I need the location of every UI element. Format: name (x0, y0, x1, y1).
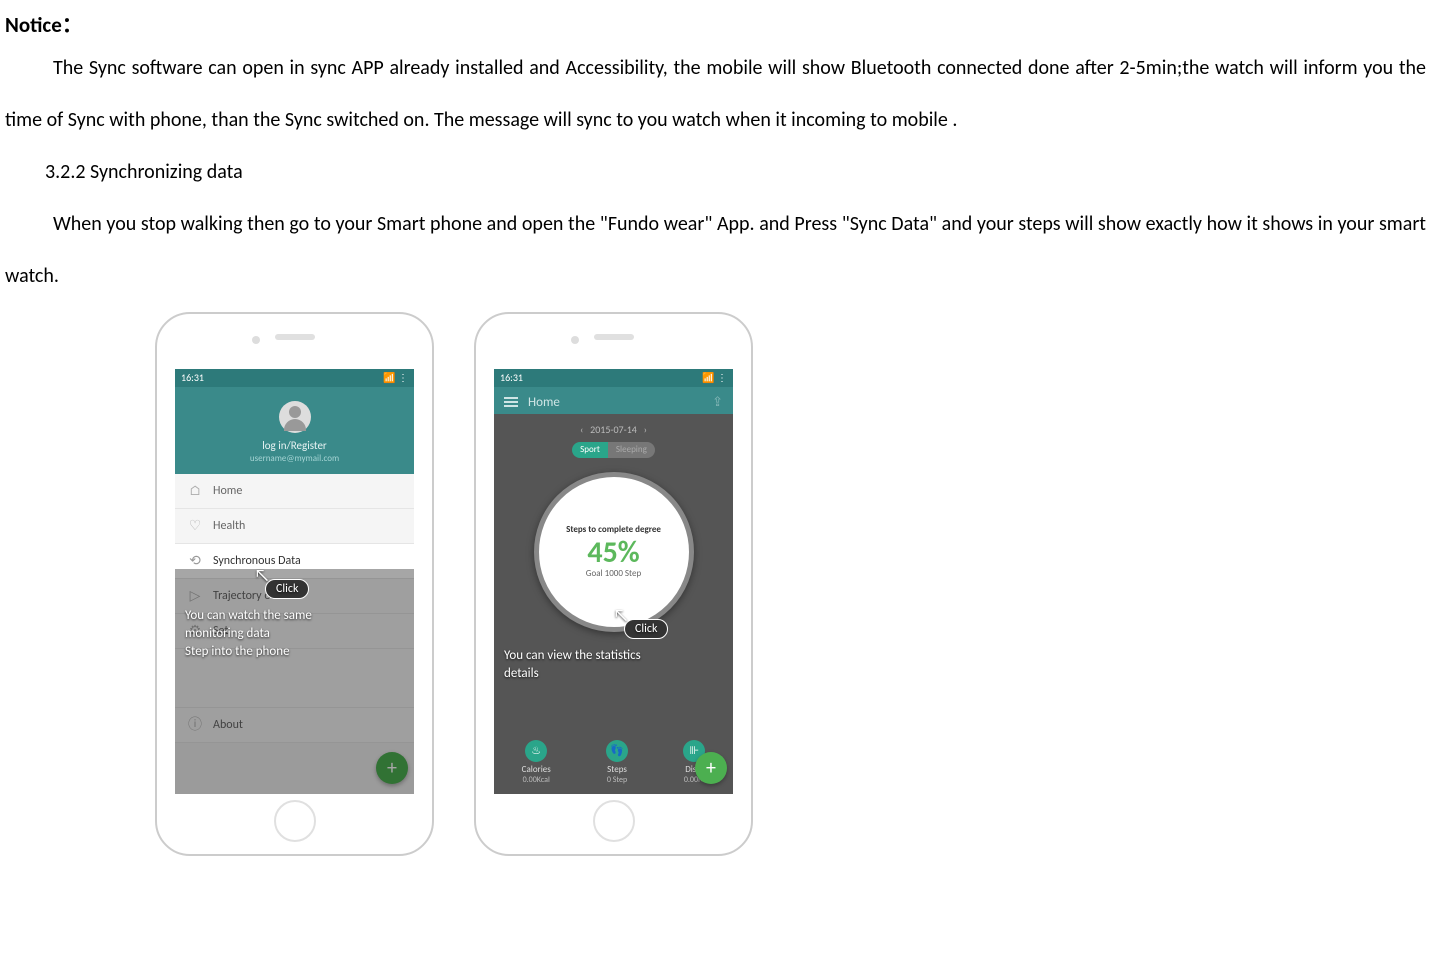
phone-mockup-2: 16:31 📶 ⋮ Home ⇪ ‹ 2015-07-14 › Sport Sl… (474, 312, 753, 856)
overlay-annotation-2: ↖Click You can view the statistics detai… (504, 619, 723, 684)
phone-speaker (275, 334, 315, 340)
goal-label: Goal 1000 Step (586, 569, 641, 580)
stat-steps[interactable]: 👣 Steps 0 Step (606, 740, 628, 785)
notice-title: Notice： (5, 10, 1426, 42)
wifi-icon: 📶 ⋮ (702, 372, 727, 384)
progress-percent: 45% (587, 536, 639, 569)
menu-label: Home (213, 484, 242, 498)
fab-add-button[interactable]: + (695, 752, 727, 784)
stat-calories[interactable]: ♨ Calories 0.00Kcal (522, 740, 551, 785)
status-time: 16:31 (181, 372, 204, 384)
heart-icon: ♡ (187, 518, 203, 534)
overlay-line: details (504, 665, 723, 683)
tab-sleeping[interactable]: Sleeping (608, 442, 655, 459)
share-icon[interactable]: ⇪ (712, 395, 723, 411)
status-bar: 16:31 📶 ⋮ (175, 369, 414, 387)
sync-icon: ⟲ (187, 553, 203, 569)
overlay-line: You can watch the same (185, 607, 404, 625)
header-title: Home (528, 395, 712, 411)
date-label: 2015-07-14 (590, 423, 637, 436)
click-callout: ↖Click (265, 579, 309, 599)
click-label: Click (635, 622, 657, 636)
menu-label: Health (213, 519, 245, 533)
avatar-icon[interactable] (279, 401, 311, 433)
section-heading: 3.2.2 Synchronizing data (5, 146, 1426, 198)
date-nav: ‹ 2015-07-14 › (504, 424, 723, 436)
chevron-left-icon[interactable]: ‹ (580, 423, 583, 436)
section-body: When you stop walking then go to your Sm… (5, 198, 1426, 302)
phone-mockup-1: 16:31 📶 ⋮ log in/Register username@mymai… (155, 312, 434, 856)
overlay-line: Step into the phone (185, 643, 404, 661)
overlay-text: You can view the statistics details (504, 647, 723, 683)
user-email: username@mymail.com (180, 454, 409, 465)
arrow-icon: ↖ (613, 605, 629, 627)
overlay-annotation-1: ↖Click You can watch the same monitoring… (185, 579, 404, 662)
click-label: Click (276, 582, 298, 596)
hamburger-icon[interactable] (504, 395, 518, 409)
home-icon: ⌂ (187, 483, 203, 499)
footsteps-icon: 👣 (606, 740, 628, 762)
home-button[interactable] (593, 800, 635, 842)
menu-health[interactable]: ♡ Health (175, 509, 414, 544)
stat-value: 0.00Kcal (522, 776, 551, 786)
notice-body: The Sync software can open in sync APP a… (5, 42, 1426, 146)
chevron-right-icon[interactable]: › (644, 423, 647, 436)
status-time: 16:31 (500, 372, 523, 384)
phones-container: 16:31 📶 ⋮ log in/Register username@mymai… (155, 312, 1426, 856)
login-register-link[interactable]: log in/Register (180, 439, 409, 452)
home-button[interactable] (274, 800, 316, 842)
drawer-header: log in/Register username@mymail.com (175, 387, 414, 475)
phone2-screen: 16:31 📶 ⋮ Home ⇪ ‹ 2015-07-14 › Sport Sl… (494, 369, 733, 794)
phone-camera-dot (571, 336, 579, 344)
phone-camera-dot (252, 336, 260, 344)
status-bar: 16:31 📶 ⋮ (494, 369, 733, 387)
menu-home[interactable]: ⌂ Home (175, 474, 414, 509)
overlay-line: monitoring data (185, 625, 404, 643)
click-callout: ↖Click (624, 619, 668, 639)
overlay-line: You can view the statistics (504, 647, 723, 665)
phone-speaker (594, 334, 634, 340)
overlay-text: You can watch the same monitoring data S… (185, 607, 404, 662)
fire-icon: ♨ (525, 740, 547, 762)
wifi-icon: 📶 ⋮ (383, 372, 408, 384)
phone1-screen: 16:31 📶 ⋮ log in/Register username@mymai… (175, 369, 414, 794)
tab-sport[interactable]: Sport (572, 442, 608, 459)
tab-switch: Sport Sleeping (504, 442, 723, 459)
stat-value: 0 Step (606, 776, 628, 786)
arrow-icon: ↖ (254, 565, 270, 587)
